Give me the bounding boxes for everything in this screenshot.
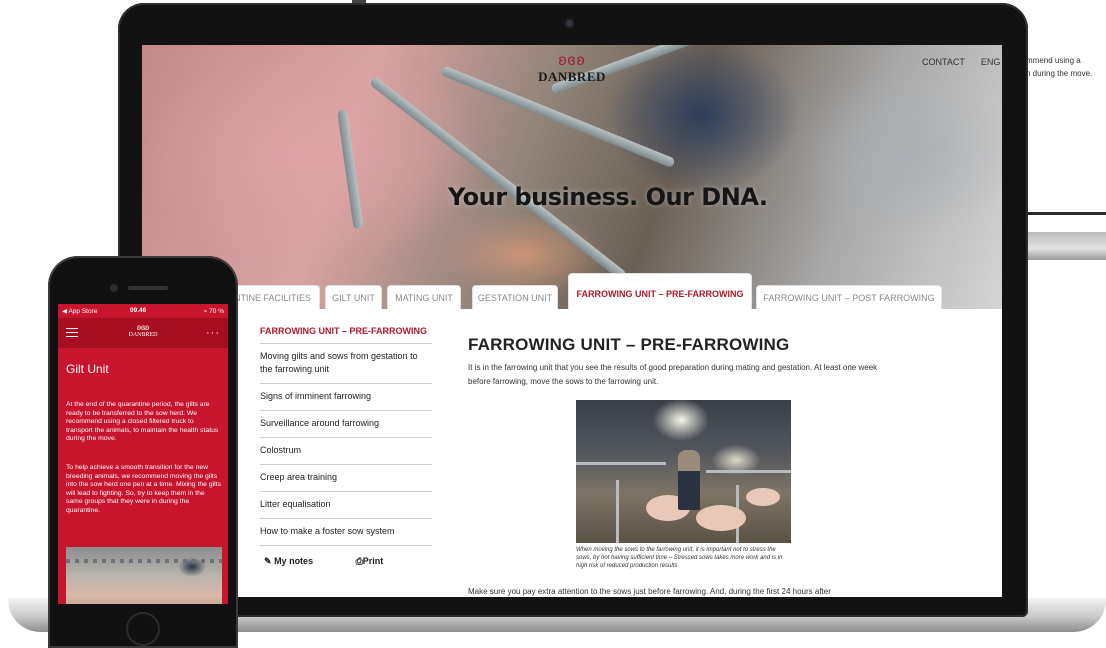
nav-contact[interactable]: CONTACT bbox=[922, 57, 965, 67]
article-body-text: Make sure you pay extra attention to the… bbox=[468, 587, 831, 596]
article: FARROWING UNIT – PRE-FARROWING It is in … bbox=[468, 335, 898, 389]
app-bar: ʚɞʚ DANBRED ··· bbox=[58, 318, 228, 348]
edit-icon: ✎ bbox=[264, 556, 272, 566]
home-button[interactable] bbox=[126, 612, 160, 646]
phone-camera bbox=[110, 284, 118, 292]
article-photo bbox=[576, 400, 791, 543]
photo-pen-rail bbox=[66, 559, 222, 563]
status-back-to-app-store[interactable]: ◀ App Store bbox=[62, 307, 97, 315]
my-notes-label: My notes bbox=[274, 556, 314, 566]
nav-language[interactable]: ENG bbox=[981, 57, 1001, 67]
phone-speaker bbox=[128, 286, 168, 290]
background-device-edge bbox=[1024, 232, 1106, 260]
print-button[interactable]: ⎙Print bbox=[356, 556, 384, 567]
page-title: Gilt Unit bbox=[66, 362, 109, 376]
phone-screen: ◀ App Store 09.46 ⌁ 70 % ʚɞʚ DANBRED ···… bbox=[58, 304, 228, 604]
laptop-screen: ʚɞʚ DANBRED CONTACT ENG Your business. Ou… bbox=[142, 45, 1002, 597]
photo-pen-rail bbox=[576, 462, 666, 465]
article-intro: It is in the farrowing unit that you see… bbox=[468, 363, 878, 386]
background-text: mmend using a n during the move. bbox=[1026, 54, 1106, 80]
sidebar-item-foster-sow[interactable]: How to make a foster sow system bbox=[260, 519, 432, 546]
article-heading: FARROWING UNIT – PRE-FARROWING bbox=[468, 335, 790, 354]
status-time: 09.46 bbox=[130, 307, 147, 314]
sidebar-item-colostrum[interactable]: Colostrum bbox=[260, 438, 432, 465]
photo-farmer bbox=[678, 450, 700, 510]
hero-image: ʚɞʚ DANBRED CONTACT ENG Your business. Ou… bbox=[142, 45, 1002, 309]
hero-rail bbox=[337, 109, 364, 230]
print-icon: ⎙ bbox=[355, 556, 363, 566]
tab-farrowing-post[interactable]: FARROWING UNIT – POST FARROWING bbox=[756, 285, 942, 309]
gilt-unit-photo bbox=[66, 547, 222, 604]
hero-rail bbox=[368, 76, 628, 281]
tab-mating-unit[interactable]: MATING UNIT bbox=[387, 285, 461, 309]
phone-frame: ◀ App Store 09.46 ⌁ 70 % ʚɞʚ DANBRED ···… bbox=[48, 256, 238, 648]
background-webpage: mmend using a n during the move. bbox=[1018, 40, 1106, 220]
sidebar-actions: ✎ My notes ⎙Print bbox=[264, 556, 434, 567]
app-logo: ʚɞʚ DANBRED bbox=[116, 323, 170, 339]
background-text-line: n during the move. bbox=[1026, 69, 1093, 78]
sidebar-item-surveillance[interactable]: Surveillance around farrowing bbox=[260, 411, 432, 438]
photo-pen-rail bbox=[616, 480, 619, 543]
top-nav: CONTACT ENG bbox=[922, 57, 1002, 67]
status-bar: ◀ App Store 09.46 ⌁ 70 % bbox=[58, 304, 228, 318]
danbred-logo-mark: ʚɞʚ bbox=[558, 52, 586, 69]
section-tabs: NTINE FACILITIES GILT UNIT MATING UNIT G… bbox=[142, 273, 1002, 310]
background-text-line: mmend using a bbox=[1026, 56, 1081, 65]
sidebar-nav: FARROWING UNIT – PRE-FARROWING Moving gi… bbox=[260, 326, 432, 546]
print-label: Print bbox=[362, 556, 384, 566]
hero-tagline: Your business. Our DNA. bbox=[448, 183, 768, 211]
photo-caption: When moving the sows to the farrowing un… bbox=[576, 547, 783, 569]
app-logo-mark: ʚɞʚ bbox=[136, 323, 150, 332]
tab-farrowing-pre[interactable]: FARROWING UNIT – PRE-FARROWING bbox=[568, 273, 752, 310]
photo-pen-rail bbox=[706, 470, 791, 473]
sidebar-item-moving-gilts[interactable]: Moving gilts and sows from gestation to … bbox=[260, 344, 432, 384]
sidebar-item-litter-equalisation[interactable]: Litter equalisation bbox=[260, 492, 432, 519]
app-logo-text: DANBRED bbox=[128, 332, 158, 338]
background-divider bbox=[1024, 212, 1106, 215]
photo-pig bbox=[746, 488, 780, 506]
body-paragraph: To help achieve a smooth transition for … bbox=[66, 464, 221, 514]
sidebar-title[interactable]: FARROWING UNIT – PRE-FARROWING bbox=[260, 326, 432, 344]
sidebar-item-creep-area[interactable]: Creep area training bbox=[260, 465, 432, 492]
tab-gestation-unit[interactable]: GESTATION UNIT bbox=[472, 285, 558, 309]
status-battery: ⌁ 70 % bbox=[203, 308, 224, 315]
tab-gilt-unit[interactable]: GILT UNIT bbox=[325, 285, 382, 309]
hamburger-menu-icon[interactable] bbox=[66, 328, 78, 337]
more-options-icon[interactable]: ··· bbox=[206, 327, 220, 339]
body-paragraph: At the end of the quarantine period, the… bbox=[66, 401, 219, 443]
sidebar-item-signs-farrowing[interactable]: Signs of imminent farrowing bbox=[260, 384, 432, 411]
tab-quarantine-facilities[interactable]: NTINE FACILITIES bbox=[232, 285, 320, 309]
photo-pig bbox=[696, 505, 746, 531]
danbred-logo[interactable]: ʚɞʚ DANBRED bbox=[530, 53, 614, 85]
danbred-logo-text: DANBRED bbox=[538, 69, 606, 84]
laptop-camera bbox=[566, 20, 573, 27]
my-notes-button[interactable]: ✎ My notes bbox=[264, 556, 313, 567]
